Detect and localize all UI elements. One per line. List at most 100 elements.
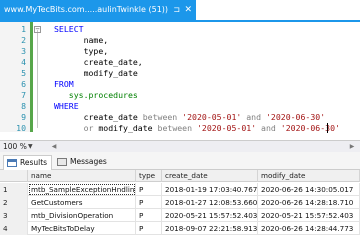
code-text: create_date between '2020-05-01' and '20…	[54, 112, 326, 123]
line-number: 2	[21, 35, 26, 45]
code-token: '2020-05-01'	[182, 112, 242, 122]
code-token: and	[241, 112, 266, 122]
line-number: 1	[21, 24, 26, 34]
pin-icon[interactable]: ⊐	[173, 0, 180, 20]
code-line[interactable]: 4 create_date,	[0, 57, 360, 68]
row-number[interactable]: 4	[0, 222, 28, 235]
column-header-create-date[interactable]: create_date	[162, 170, 258, 182]
code-token: SELECT	[54, 24, 84, 34]
line-number: 4	[21, 57, 26, 67]
column-header-name[interactable]: name	[28, 170, 136, 182]
code-text: modify_date	[54, 68, 138, 79]
row-number[interactable]: 2	[0, 196, 28, 209]
code-line[interactable]: 6 FROM	[0, 79, 360, 90]
column-header-type[interactable]: type	[136, 170, 162, 182]
column-header-modify-date[interactable]: modify_date	[258, 170, 360, 182]
text-caret	[327, 123, 328, 133]
cell-modify-date[interactable]: 2020-05-21 15:57:52.403	[258, 209, 360, 222]
code-text: WHERE	[54, 101, 79, 112]
code-token: or	[54, 123, 99, 133]
code-line[interactable]: 1 − SELECT	[0, 24, 360, 35]
table-row[interactable]: 2 GetCustomers P 2018-01-27 12:08:53.660 202…	[0, 196, 360, 209]
row-number[interactable]: 3	[0, 209, 28, 222]
cell-type[interactable]: P	[136, 222, 162, 235]
table-row[interactable]: 4 MyTecBitsToDelay P 2018-09-07 22:21:58.91…	[0, 222, 360, 235]
zoom-level[interactable]: 100 %	[3, 141, 27, 152]
messages-icon	[57, 158, 67, 166]
code-line[interactable]: 3 type,	[0, 46, 360, 57]
code-text: sys.procedures	[54, 90, 138, 101]
cell-create-date[interactable]: 2018-01-19 17:03:40.767	[162, 183, 258, 196]
results-grid[interactable]: name type create_date modify_date 1 mtb_S…	[0, 170, 360, 252]
cell-create-date[interactable]: 2018-01-27 12:08:53.660	[162, 196, 258, 209]
cell-name[interactable]: MyTecBitsToDelay	[28, 222, 136, 235]
code-token: WHERE	[54, 101, 79, 111]
code-token: '2020-06-30'	[280, 123, 340, 133]
line-number: 6	[21, 79, 26, 89]
query-tab-title: www.MyTecBits.com.....aulinTwinkle (51))	[4, 5, 169, 14]
scroll-left-icon[interactable]: ◀	[50, 142, 58, 151]
cell-type[interactable]: P	[136, 196, 162, 209]
row-number[interactable]: 1	[0, 183, 28, 196]
tab-results-label: Results	[20, 158, 48, 167]
code-token: FROM	[54, 79, 74, 89]
code-line[interactable]: 8 WHERE	[0, 101, 360, 112]
code-text: name,	[54, 35, 109, 46]
document-tab-bar: www.MyTecBits.com.....aulinTwinkle (51))…	[0, 0, 360, 20]
scroll-right-icon[interactable]: ▶	[348, 142, 356, 151]
cell-modify-date[interactable]: 2020-06-26 14:28:44.773	[258, 222, 360, 235]
grid-icon	[7, 159, 17, 167]
code-token: name,	[54, 35, 109, 45]
line-number: 8	[21, 101, 26, 111]
tab-results[interactable]: Results	[3, 155, 53, 170]
code-text: type,	[54, 46, 109, 57]
tab-messages[interactable]: Messages	[54, 155, 107, 170]
code-text: SELECT	[54, 24, 84, 35]
query-editor[interactable]: 1− SELECT 2 name, 3 type, 4 create_date, 5 mo…	[0, 22, 360, 134]
editor-status-bar: 100 % ▼ ◀ ▶	[0, 140, 360, 152]
code-token: '2020-05-01'	[196, 123, 257, 133]
code-token: create_date,	[54, 57, 143, 67]
row-number-header[interactable]	[0, 170, 28, 182]
cell-create-date[interactable]: 2018-09-07 22:21:58.913	[162, 222, 258, 235]
cell-name[interactable]: GetCustomers	[28, 196, 136, 209]
code-text: or modify_date between '2020-05-01' and …	[54, 123, 340, 134]
collapse-icon[interactable]: −	[34, 26, 41, 33]
code-text: FROM	[54, 79, 74, 90]
results-tab-strip: Results Messages	[0, 152, 360, 170]
line-number: 10	[16, 123, 26, 133]
code-text: create_date,	[54, 57, 143, 68]
cell-name[interactable]: mtb_DivisionOperation	[28, 209, 136, 222]
code-token: between	[157, 123, 197, 133]
cell-create-date[interactable]: 2020-05-21 15:57:52.403	[162, 209, 258, 222]
query-document-tab[interactable]: www.MyTecBits.com.....aulinTwinkle (51))…	[0, 0, 196, 20]
cell-modify-date[interactable]: 2020-06-26 14:30:05.017	[258, 183, 360, 196]
cell-name[interactable]: mtb_SampleExceptionHndling	[28, 183, 136, 196]
code-line[interactable]: 7 sys.procedures	[0, 90, 360, 101]
code-token: modify_date	[98, 123, 158, 133]
tab-messages-label: Messages	[70, 157, 107, 166]
grid-header: name type create_date modify_date	[0, 170, 360, 182]
code-token: between	[142, 112, 183, 122]
code-line[interactable]: 9 create_date between '2020-05-01' and '…	[0, 112, 360, 123]
close-icon[interactable]: ✕	[184, 0, 192, 20]
table-row[interactable]: 1 mtb_SampleExceptionHndling P 2018-01-19 1…	[0, 183, 360, 196]
code-token: type,	[54, 46, 109, 56]
chevron-down-icon[interactable]: ▼	[28, 141, 33, 152]
line-number: 3	[21, 46, 26, 56]
cell-type[interactable]: P	[136, 209, 162, 222]
code-token: and	[256, 123, 281, 133]
code-token: '2020-06-30'	[265, 112, 326, 122]
code-token: create_date	[54, 112, 143, 122]
line-number: 5	[21, 68, 26, 78]
table-row[interactable]: 3 mtb_DivisionOperation P 2020-05-21 15:57:…	[0, 209, 360, 222]
code-token: sys.procedures	[54, 90, 138, 100]
line-number: 9	[21, 112, 26, 122]
cell-type[interactable]: P	[136, 183, 162, 196]
code-token: modify_date	[54, 68, 138, 78]
code-line[interactable]: 2 name,	[0, 35, 360, 46]
line-number: 7	[21, 90, 26, 100]
code-line[interactable]: 10 or modify_date between '2020-05-01' a…	[0, 123, 360, 134]
cell-modify-date[interactable]: 2020-06-26 14:28:18.710	[258, 196, 360, 209]
code-line[interactable]: 5 modify_date	[0, 68, 360, 79]
